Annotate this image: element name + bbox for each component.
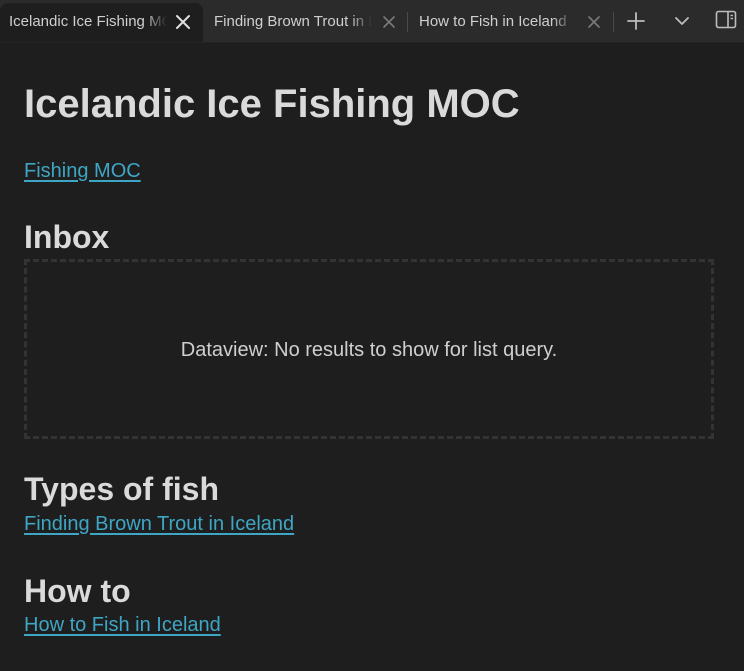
chevron-down-icon[interactable] <box>671 10 693 32</box>
tab-icelandic-ice-fishing-moc[interactable]: Icelandic Ice Fishing MOC <box>0 3 203 42</box>
close-icon[interactable] <box>174 13 192 31</box>
tab-how-to-fish-in-iceland[interactable]: How to Fish in Iceland <box>408 3 612 42</box>
tab-separator <box>613 12 614 32</box>
heading-types-of-fish: Types of fish <box>24 471 219 507</box>
close-icon[interactable] <box>585 13 603 31</box>
brown-trout-link[interactable]: Finding Brown Trout in Iceland <box>24 512 294 536</box>
plus-icon[interactable] <box>625 10 647 32</box>
how-to-fish-link[interactable]: How to Fish in Iceland <box>24 613 221 637</box>
parent-moc-link[interactable]: Fishing MOC <box>24 159 141 183</box>
tab-title: Finding Brown Trout in Iceland <box>214 13 372 31</box>
heading-how-to: How to <box>24 573 131 609</box>
page-title: Icelandic Ice Fishing MOC <box>24 82 520 126</box>
dataview-block: Dataview: No results to show for list qu… <box>24 259 714 439</box>
tab-title: Icelandic Ice Fishing MOC <box>9 13 167 31</box>
sidebar-right-icon[interactable] <box>715 9 737 31</box>
tab-bar: Icelandic Ice Fishing MOC Finding Brown … <box>0 0 744 43</box>
heading-inbox: Inbox <box>24 219 110 255</box>
tab-title: How to Fish in Iceland <box>419 13 574 31</box>
dataview-empty-message: Dataview: No results to show for list qu… <box>180 339 558 361</box>
close-icon[interactable] <box>380 13 398 31</box>
tab-finding-brown-trout[interactable]: Finding Brown Trout in Iceland <box>203 3 407 42</box>
